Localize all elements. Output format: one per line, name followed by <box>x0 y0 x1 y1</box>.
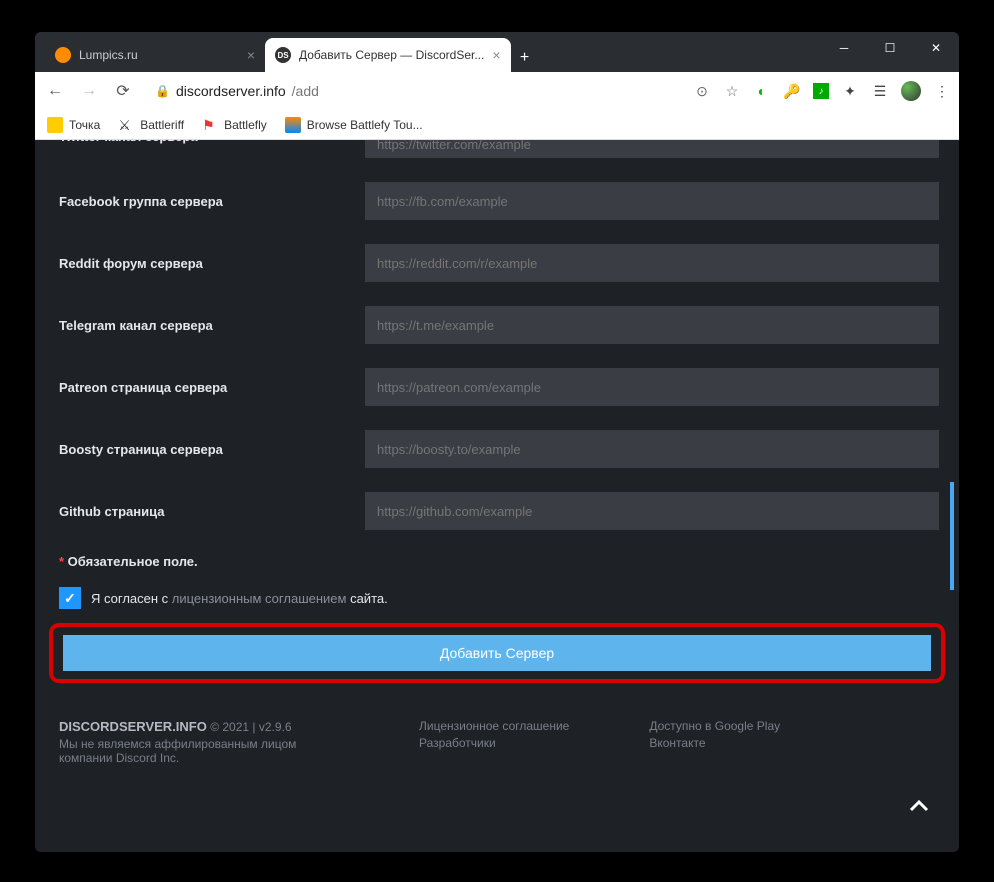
bookmark-icon: ⚑ <box>202 117 218 133</box>
scroll-to-top-button[interactable] <box>899 786 939 826</box>
field-label: Reddit форум сервера <box>55 256 365 271</box>
footer-link[interactable]: Лицензионное соглашение <box>419 719 569 733</box>
github-input[interactable] <box>365 492 939 530</box>
bookmarks-bar: Точка ⚔ Battleriff ⚑ Battlefly Browse Ba… <box>35 110 959 140</box>
field-label: Twitter канал сервера <box>55 140 365 144</box>
bookmark-item[interactable]: ⚔ Battleriff <box>118 117 184 133</box>
scrollbar-thumb[interactable] <box>950 482 954 590</box>
footer-link[interactable]: Вконтакте <box>649 736 780 750</box>
field-label: Telegram канал сервера <box>55 318 365 333</box>
bookmark-icon <box>47 117 63 133</box>
footer-col-links: Доступно в Google Play Вконтакте <box>649 719 780 765</box>
footer-brand: DISCORDSERVER.INFO © 2021 | v2.9.6 <box>59 719 339 734</box>
license-link[interactable]: лицензионным соглашением <box>172 591 347 606</box>
profile-avatar[interactable] <box>901 81 921 101</box>
bookmark-item[interactable]: Точка <box>47 117 100 133</box>
footer-link[interactable]: Разработчики <box>419 736 569 750</box>
address-actions: ⊙ ☆ ◐ 🔑 ♪ ✦ ☰ ⋮ <box>693 81 951 101</box>
forward-button[interactable]: → <box>77 79 101 103</box>
search-icon[interactable]: ⊙ <box>693 82 711 100</box>
minimize-button[interactable]: ─ <box>821 32 867 64</box>
back-button[interactable]: ← <box>43 79 67 103</box>
url-domain: discordserver.info <box>176 83 286 99</box>
tab-inactive[interactable]: Lumpics.ru × <box>45 38 265 72</box>
bookmark-label: Browse Battlefy Tou... <box>307 118 423 132</box>
titlebar: Lumpics.ru × DS Добавить Сервер — Discor… <box>35 32 959 72</box>
window-controls: ─ ☐ ✕ <box>821 32 959 64</box>
favicon-icon: DS <box>275 47 291 63</box>
required-note: * Обязательное поле. <box>59 554 939 569</box>
favicon-icon <box>55 47 71 63</box>
new-tab-button[interactable]: + <box>511 44 539 72</box>
page-content: Twitter канал сервера Facebook группа се… <box>35 140 959 852</box>
bookmark-label: Battlefly <box>224 118 267 132</box>
footer-disclaimer: Мы не являемся аффилированным лицом комп… <box>59 737 339 765</box>
extensions-icon[interactable]: ✦ <box>841 82 859 100</box>
tab-title: Lumpics.ru <box>79 48 138 62</box>
form: Twitter канал сервера Facebook группа се… <box>35 140 959 765</box>
reading-list-icon[interactable]: ☰ <box>871 82 889 100</box>
form-row-telegram: Telegram канал сервера <box>55 306 939 344</box>
agreement-row: ✓ Я согласен с лицензионным соглашением … <box>59 587 939 609</box>
form-row-reddit: Reddit форум сервера <box>55 244 939 282</box>
music-icon[interactable]: ♪ <box>813 83 829 99</box>
close-icon[interactable]: × <box>492 47 500 63</box>
field-label: Boosty страница сервера <box>55 442 365 457</box>
browser-window: Lumpics.ru × DS Добавить Сервер — Discor… <box>35 32 959 852</box>
field-label: Facebook группа сервера <box>55 194 365 209</box>
bookmark-item[interactable]: ⚑ Battlefly <box>202 117 267 133</box>
star-icon[interactable]: ☆ <box>723 82 741 100</box>
form-row-boosty: Boosty страница сервера <box>55 430 939 468</box>
form-row-twitter: Twitter канал сервера <box>55 140 939 158</box>
field-label: Patreon страница сервера <box>55 380 365 395</box>
bookmark-icon <box>285 117 301 133</box>
close-icon[interactable]: × <box>247 47 255 63</box>
bookmark-icon: ⚔ <box>118 117 134 133</box>
boosty-input[interactable] <box>365 430 939 468</box>
footer-link[interactable]: Доступно в Google Play <box>649 719 780 733</box>
bookmark-item[interactable]: Browse Battlefy Tou... <box>285 117 423 133</box>
agreement-text: Я согласен с лицензионным соглашением са… <box>91 591 388 606</box>
submit-highlight: Добавить Сервер <box>49 623 945 683</box>
shield-icon[interactable]: ◐ <box>753 82 771 100</box>
lock-icon: 🔒 <box>155 84 170 98</box>
patreon-input[interactable] <box>365 368 939 406</box>
bookmark-label: Точка <box>69 118 100 132</box>
telegram-input[interactable] <box>365 306 939 344</box>
url-input[interactable]: 🔒 discordserver.info/add <box>145 77 683 105</box>
reddit-input[interactable] <box>365 244 939 282</box>
reload-button[interactable]: ⟳ <box>111 79 135 103</box>
asterisk-icon: * <box>59 554 68 569</box>
tab-active[interactable]: DS Добавить Сервер — DiscordSer... × <box>265 38 511 72</box>
footer-col-brand: DISCORDSERVER.INFO © 2021 | v2.9.6 Мы не… <box>59 719 339 765</box>
field-label: Github страница <box>55 504 365 519</box>
footer-col-links: Лицензионное соглашение Разработчики <box>419 719 569 765</box>
address-bar: ← → ⟳ 🔒 discordserver.info/add ⊙ ☆ ◐ 🔑 ♪… <box>35 72 959 110</box>
facebook-input[interactable] <box>365 182 939 220</box>
chevron-up-icon <box>909 800 929 812</box>
twitter-input[interactable] <box>365 140 939 158</box>
agreement-checkbox[interactable]: ✓ <box>59 587 81 609</box>
close-window-button[interactable]: ✕ <box>913 32 959 64</box>
tab-title: Добавить Сервер — DiscordSer... <box>299 48 484 62</box>
form-row-patreon: Patreon страница сервера <box>55 368 939 406</box>
add-server-button[interactable]: Добавить Сервер <box>63 635 931 671</box>
form-row-facebook: Facebook группа сервера <box>55 182 939 220</box>
form-row-github: Github страница <box>55 492 939 530</box>
key-icon[interactable]: 🔑 <box>783 82 801 100</box>
url-path: /add <box>292 83 319 99</box>
footer: DISCORDSERVER.INFO © 2021 | v2.9.6 Мы не… <box>55 719 939 765</box>
maximize-button[interactable]: ☐ <box>867 32 913 64</box>
bookmark-label: Battleriff <box>140 118 184 132</box>
menu-icon[interactable]: ⋮ <box>933 82 951 100</box>
